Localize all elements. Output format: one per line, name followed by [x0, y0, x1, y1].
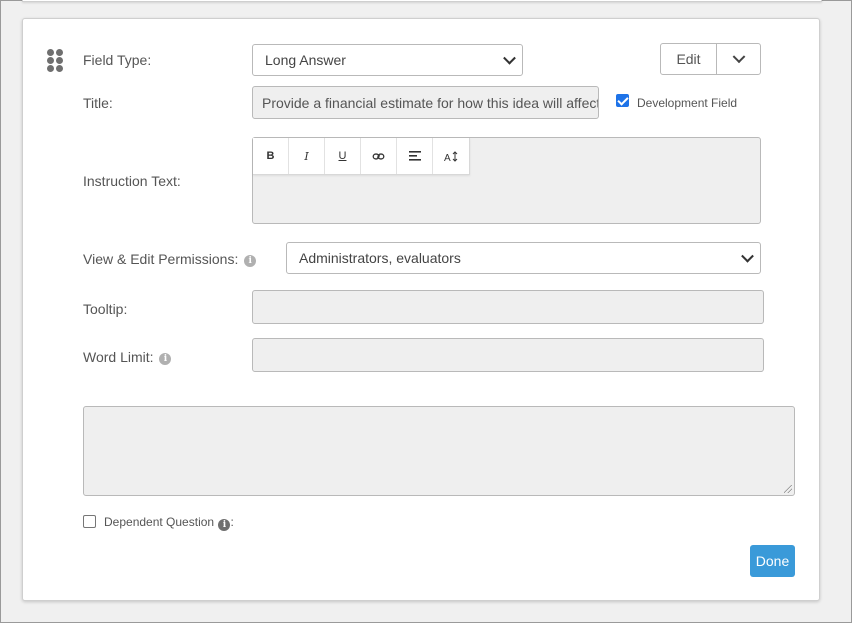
chevron-down-icon — [503, 51, 516, 65]
underline-icon[interactable]: U — [325, 138, 361, 174]
field-type-label: Field Type: — [83, 52, 152, 68]
dependent-question-label-suffix: : — [230, 515, 234, 529]
field-editor-card: Field Type: Long Answer Edit Title: Prov… — [22, 18, 820, 601]
development-field-label: Development Field — [637, 96, 738, 110]
svg-text:A: A — [444, 153, 451, 162]
done-button[interactable]: Done — [750, 545, 795, 577]
edit-button-group: Edit — [660, 43, 761, 75]
drag-handle-icon[interactable] — [45, 49, 65, 73]
permissions-label-text: View & Edit Permissions: — [83, 251, 239, 267]
edit-button[interactable]: Edit — [661, 44, 717, 74]
development-field-checkbox[interactable] — [616, 94, 629, 107]
instruction-text-label: Instruction Text: — [83, 173, 181, 189]
dependent-question-label: Dependent Question i: — [104, 515, 234, 531]
align-left-icon[interactable] — [397, 138, 433, 174]
tooltip-input[interactable] — [252, 290, 764, 324]
italic-icon[interactable]: I — [289, 138, 325, 174]
dependent-text-area[interactable] — [83, 406, 795, 496]
resize-grip-icon[interactable] — [784, 485, 792, 493]
text-size-icon[interactable]: A — [433, 138, 469, 174]
field-type-value: Long Answer — [265, 52, 346, 68]
permissions-select[interactable]: Administrators, evaluators — [286, 242, 761, 274]
dependent-question-label-text: Dependent Question — [104, 515, 215, 529]
link-icon[interactable] — [361, 138, 397, 174]
permissions-label: View & Edit Permissions: i — [83, 251, 257, 267]
editor-toolbar: B I U A — [253, 138, 470, 175]
field-type-select[interactable]: Long Answer — [252, 44, 523, 76]
word-limit-input[interactable] — [252, 338, 764, 372]
info-icon[interactable]: i — [244, 255, 257, 267]
info-icon[interactable]: i — [218, 519, 231, 531]
dependent-question-checkbox[interactable] — [83, 515, 96, 528]
word-limit-label-text: Word Limit: — [83, 349, 154, 365]
edit-dropdown-toggle[interactable] — [717, 44, 760, 74]
title-input[interactable]: Provide a financial estimate for how thi… — [252, 86, 599, 119]
instruction-text-editor[interactable]: B I U A — [252, 137, 761, 224]
title-input-value: Provide a financial estimate for how thi… — [262, 94, 599, 111]
info-icon[interactable]: i — [159, 353, 172, 365]
word-limit-label: Word Limit: i — [83, 349, 172, 365]
chevron-down-icon — [741, 249, 754, 263]
bold-icon[interactable]: B — [253, 138, 289, 174]
title-label: Title: — [83, 95, 113, 111]
chevron-down-icon — [732, 50, 745, 64]
tooltip-label: Tooltip: — [83, 301, 128, 317]
permissions-value: Administrators, evaluators — [299, 250, 461, 266]
previous-card-edge — [22, 0, 822, 2]
